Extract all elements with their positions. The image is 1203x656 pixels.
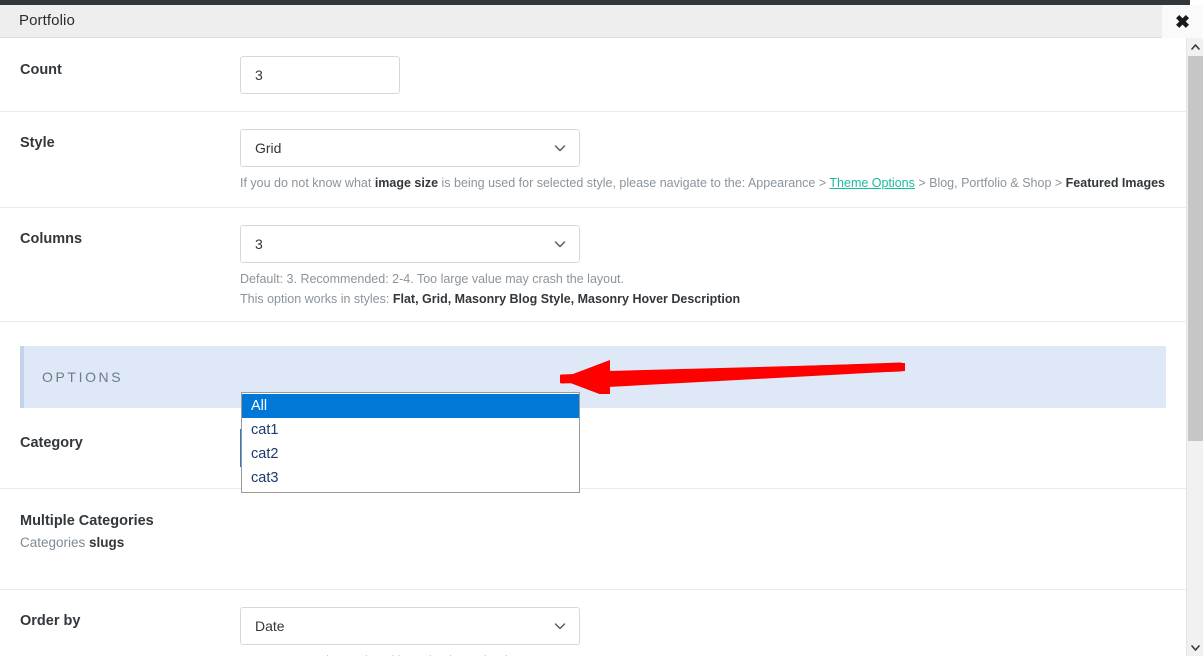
page-title: Portfolio: [19, 12, 75, 29]
scroll-up-icon[interactable]: [1187, 38, 1203, 55]
screen-root: Portfolio ✖ Count Style Grid If you: [0, 0, 1203, 656]
section-banner-options: OPTIONS: [20, 346, 1166, 409]
count-input[interactable]: [240, 56, 400, 94]
columns-label: Columns: [20, 231, 83, 248]
style-select[interactable]: Grid: [240, 129, 580, 167]
field-row-order-by: Order by Date Do not use random order wi…: [0, 590, 1186, 656]
style-help-bold-2: Featured Images: [1065, 176, 1166, 190]
columns-help-line-2-bold: Flat, Grid, Masonry Blog Style, Masonry …: [392, 291, 741, 306]
dropdown-option-cat2[interactable]: cat2: [242, 442, 579, 466]
multiple-categories-sub-bold: slugs: [89, 535, 125, 551]
dropdown-option-cat3[interactable]: cat3: [242, 466, 579, 490]
order-by-help-text: Do not use random order with pagination …: [240, 652, 1166, 656]
style-help-prefix: If you do not know what: [240, 176, 375, 190]
chevron-down-icon: [554, 622, 566, 629]
style-label: Style: [20, 135, 55, 151]
columns-select[interactable]: 3: [240, 225, 580, 264]
modal-content: Count Style Grid If you do not know what…: [0, 38, 1186, 656]
section-banner-options-label: OPTIONS: [42, 369, 124, 386]
order-by-field-wrap: Date Do not use random order with pagina…: [240, 606, 1166, 656]
style-help-text: If you do not know what image size is be…: [240, 174, 1166, 193]
multiple-categories-title: Multiple Categories: [20, 513, 154, 530]
close-icon[interactable]: ✖: [1162, 5, 1203, 38]
order-by-select-value: Date: [255, 617, 285, 634]
chevron-down-icon: [554, 145, 566, 152]
field-row-multiple-categories: Multiple Categories Categories slugs: [0, 489, 1186, 590]
style-field-wrap: Grid If you do not know what image size …: [240, 129, 1166, 193]
field-row-category: Category All: [0, 408, 1186, 490]
field-row-count: Count: [0, 38, 1186, 112]
scroll-down-icon[interactable]: [1187, 639, 1203, 656]
category-dropdown-list[interactable]: All cat1 cat2 cat3: [241, 392, 580, 493]
columns-help-line-1: Default: 3. Recommended: 2-4. Too large …: [240, 272, 625, 287]
theme-options-link[interactable]: Theme Options: [829, 176, 914, 190]
field-row-style: Style Grid If you do not know what image…: [0, 112, 1186, 209]
order-by-select[interactable]: Date: [240, 606, 580, 645]
field-row-columns: Columns 3 Default: 3. Recommended: 2-4. …: [0, 208, 1186, 323]
style-select-value: Grid: [255, 140, 282, 156]
dropdown-option-cat1[interactable]: cat1: [242, 418, 579, 442]
columns-select-value: 3: [255, 236, 263, 253]
chevron-down-icon: [1191, 644, 1200, 651]
columns-help-line-2: This option works in styles: Flat, Grid,…: [240, 290, 1166, 309]
multiple-categories-sub-prefix: Categories: [20, 535, 90, 551]
modal-header: Portfolio ✖: [0, 5, 1203, 38]
count-label: Count: [20, 62, 62, 78]
chevron-up-icon: [1191, 43, 1200, 50]
count-field-wrap: [240, 56, 1166, 94]
vertical-scrollbar[interactable]: [1186, 38, 1203, 656]
style-help-mid-2: > Blog, Portfolio & Shop >: [914, 176, 1066, 190]
dropdown-option-all[interactable]: All: [242, 394, 579, 418]
multiple-categories-label: Multiple Categories Categories slugs: [20, 507, 240, 554]
scrollbar-thumb[interactable]: [1188, 56, 1203, 441]
multiple-categories-sublabel: Categories slugs: [20, 532, 240, 554]
columns-help-line-2-prefix: This option works in styles:: [240, 291, 393, 306]
chevron-down-icon: [554, 241, 566, 248]
order-by-label: Order by: [20, 612, 81, 629]
category-label: Category: [20, 435, 83, 452]
style-help-mid: is being used for selected style, please…: [438, 176, 830, 190]
columns-field-wrap: 3 Default: 3. Recommended: 2-4. Too larg…: [240, 225, 1166, 309]
style-help-bold-1: image size: [374, 176, 439, 190]
